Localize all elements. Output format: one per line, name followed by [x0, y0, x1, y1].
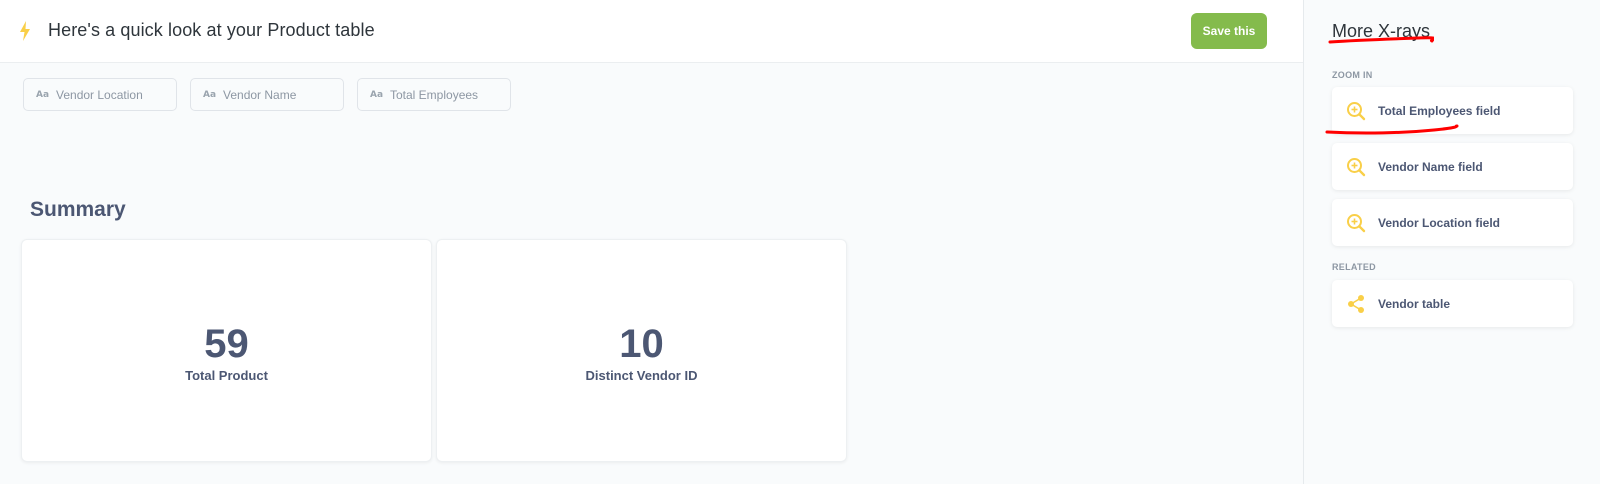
metric-label: Distinct Vendor ID [585, 368, 698, 383]
xray-card-label: Vendor table [1378, 296, 1451, 311]
xray-card-label: Total Employees field [1378, 103, 1501, 118]
xray-vendor-location-field[interactable]: Vendor Location field [1332, 199, 1573, 246]
chip-label: Total Employees [390, 87, 479, 102]
chip-label: Vendor Name [223, 87, 297, 102]
zoom-in-icon [1347, 157, 1366, 176]
xray-vendor-table[interactable]: Vendor table [1332, 280, 1573, 327]
sidebar-title: More X-rays [1332, 21, 1431, 41]
header: Here's a quick look at your Product tabl… [0, 0, 1303, 63]
metric-label: Total Product [185, 368, 268, 383]
xray-total-employees-field[interactable]: Total Employees field [1332, 87, 1573, 134]
lightning-bolt-icon [20, 21, 30, 41]
metric-card-total-product[interactable]: 59 Total Product [21, 239, 432, 462]
zoom-in-icon [1347, 213, 1366, 232]
chip-label: Vendor Location [56, 87, 143, 102]
metric-value: 59 [204, 322, 249, 366]
summary-title: Summary [30, 198, 126, 221]
share-icon [1348, 294, 1364, 313]
xray-vendor-name-field[interactable]: Vendor Name field [1332, 143, 1573, 190]
field-chip-total-employees[interactable]: Aa Total Employees [357, 78, 511, 111]
text-type-icon: Aa [370, 89, 384, 100]
zoom-in-section-label: ZOOM IN [1332, 70, 1373, 80]
page-title: Here's a quick look at your Product tabl… [48, 20, 375, 40]
metric-card-distinct-vendor-id[interactable]: 10 Distinct Vendor ID [436, 239, 847, 462]
xray-card-label: Vendor Location field [1378, 215, 1501, 230]
metric-value: 10 [619, 322, 664, 366]
xray-card-label: Vendor Name field [1378, 159, 1483, 174]
save-button[interactable]: Save this [1191, 13, 1267, 49]
zoom-in-icon [1347, 101, 1366, 120]
field-chip-vendor-location[interactable]: Aa Vendor Location [23, 78, 177, 111]
more-xrays-sidebar: More X-rays ZOOM IN Total Employees fiel… [1303, 0, 1600, 484]
field-chip-vendor-name[interactable]: Aa Vendor Name [190, 78, 344, 111]
text-type-icon: Aa [203, 89, 217, 100]
text-type-icon: Aa [36, 89, 50, 100]
related-section-label: RELATED [1332, 262, 1376, 272]
